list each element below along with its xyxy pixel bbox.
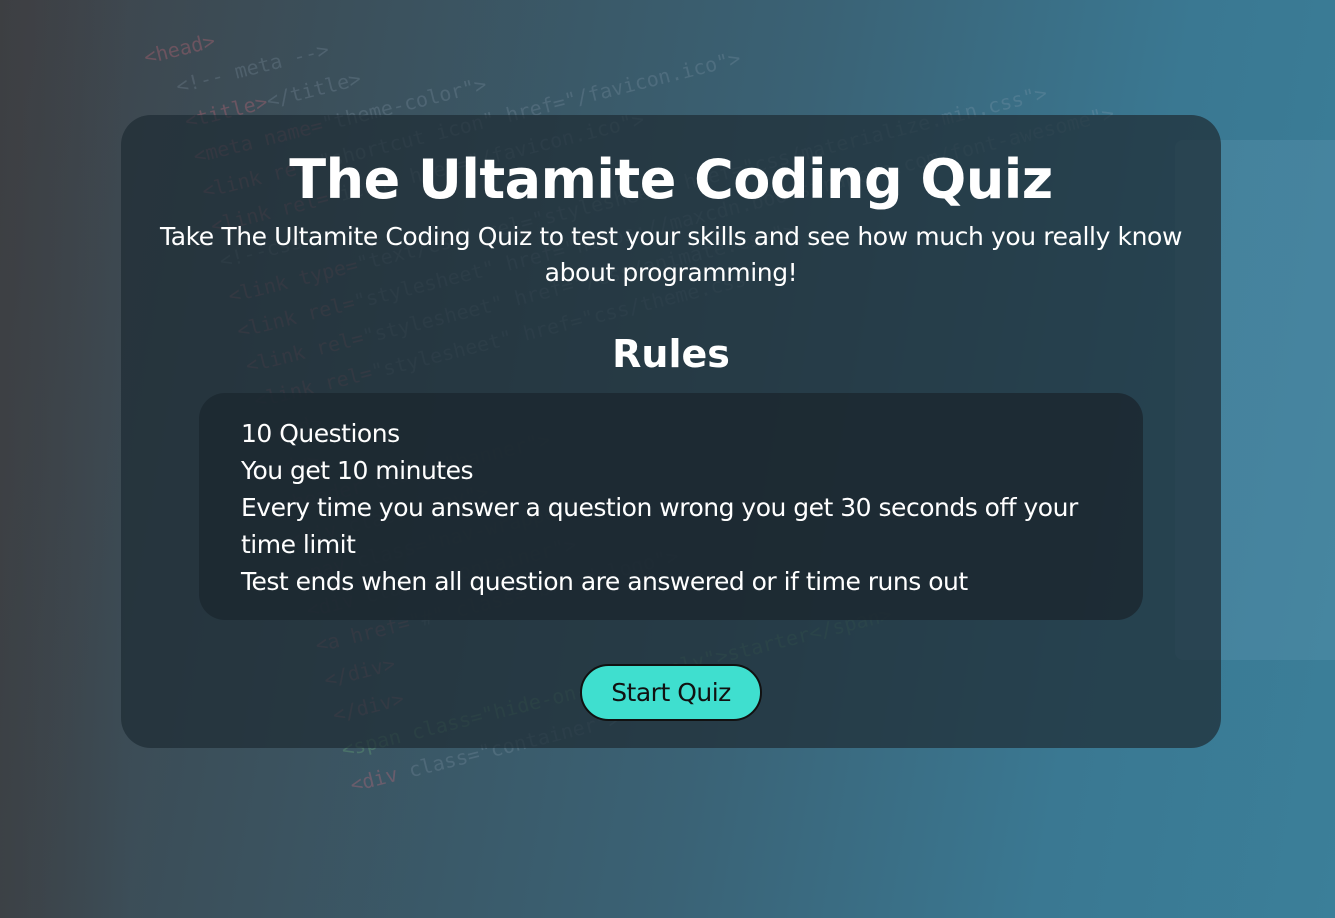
background-left-shade — [0, 0, 130, 918]
rule-item-end-condition: Test ends when all question are answered… — [241, 567, 968, 596]
rules-heading: Rules — [612, 332, 730, 376]
rules-panel: 10 Questions You get 10 minutes Every ti… — [199, 393, 1143, 620]
rule-item-penalty: Every time you answer a question wrong y… — [241, 493, 1078, 559]
quiz-intro-card: The Ultamite Coding Quiz Take The Ultami… — [121, 115, 1221, 748]
rule-item-time: You get 10 minutes — [241, 456, 474, 485]
page-subtitle: Take The Ultamite Coding Quiz to test yo… — [159, 222, 1183, 287]
page-title: The Ultamite Coding Quiz — [289, 148, 1053, 211]
rule-item-questions: 10 Questions — [241, 419, 400, 448]
rules-list: 10 Questions You get 10 minutes Every ti… — [241, 415, 1083, 600]
start-quiz-button[interactable]: Start Quiz — [580, 664, 762, 721]
